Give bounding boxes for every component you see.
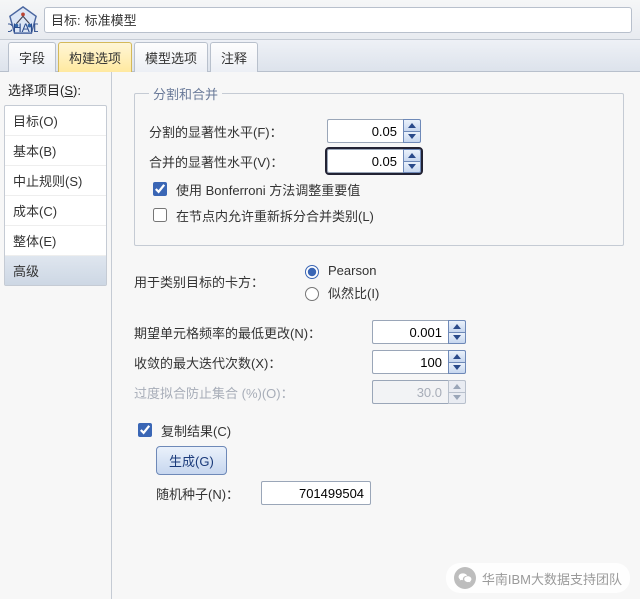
section-cost[interactable]: 成本(C): [5, 196, 106, 226]
replicate-checkbox[interactable]: [138, 423, 152, 437]
overfit-input: [372, 380, 448, 404]
likelihood-label: 似然比(I): [328, 283, 379, 302]
section-target[interactable]: 目标(O): [5, 106, 106, 136]
replicate-label: 复制结果(C): [161, 421, 231, 440]
title-value: 标准模型: [85, 10, 137, 29]
bonferroni-checkbox[interactable]: [153, 182, 167, 196]
watermark: 华南IBM大数据支持团队: [446, 563, 630, 593]
pearson-radio[interactable]: [305, 265, 319, 279]
wechat-icon: [454, 567, 476, 589]
split-sig-spinner[interactable]: [327, 119, 421, 143]
resplit-label: 在节点内允许重新拆分合并类别(L): [176, 206, 374, 225]
pearson-label: Pearson: [328, 263, 376, 278]
maxiter-spinner[interactable]: [372, 350, 466, 374]
overfit-label: 过度拟合防止集合 (%)(O)：: [134, 383, 366, 402]
maxiter-up-icon[interactable]: [448, 350, 466, 362]
split-sig-down-icon[interactable]: [403, 131, 421, 144]
title-prefix: 目标:: [51, 10, 81, 29]
section-advanced[interactable]: 高级: [5, 256, 106, 285]
split-sig-up-icon[interactable]: [403, 119, 421, 131]
svg-text:CHAID: CHAID: [8, 21, 38, 35]
merge-sig-spinner[interactable]: [327, 149, 421, 173]
watermark-text: 华南IBM大数据支持团队: [482, 569, 622, 588]
merge-sig-up-icon[interactable]: [403, 149, 421, 161]
minchg-down-icon[interactable]: [448, 332, 466, 345]
chaid-logo: CHAID: [8, 5, 38, 35]
select-item-label: 选择项目(S):: [4, 78, 107, 105]
merge-sig-label: 合并的显著性水平(V)：: [149, 152, 321, 171]
chisq-label: 用于类别目标的卡方：: [134, 262, 294, 291]
overfit-spinner: [372, 380, 466, 404]
overfit-up-icon: [448, 380, 466, 392]
target-title-box: 目标: 标准模型: [44, 7, 632, 33]
resplit-checkbox[interactable]: [153, 208, 167, 222]
minchg-label: 期望单元格频率的最低更改(N)：: [134, 323, 366, 342]
minchg-spinner[interactable]: [372, 320, 466, 344]
section-stopping[interactable]: 中止规则(S): [5, 166, 106, 196]
minchg-input[interactable]: [372, 320, 448, 344]
tab-fields[interactable]: 字段: [8, 42, 56, 72]
likelihood-radio[interactable]: [305, 287, 319, 301]
tab-model-options[interactable]: 模型选项: [134, 42, 208, 72]
overfit-down-icon: [448, 392, 466, 405]
section-ensemble[interactable]: 整体(E): [5, 226, 106, 256]
left-panel: 选择项目(S): 目标(O) 基本(B) 中止规则(S) 成本(C) 整体(E)…: [0, 72, 112, 599]
seed-input[interactable]: [261, 481, 371, 505]
maxiter-input[interactable]: [372, 350, 448, 374]
generate-button[interactable]: 生成(G): [156, 446, 227, 475]
section-list: 目标(O) 基本(B) 中止规则(S) 成本(C) 整体(E) 高级: [4, 105, 107, 286]
merge-sig-input[interactable]: [327, 149, 403, 173]
maxiter-down-icon[interactable]: [448, 362, 466, 375]
tab-bar: 字段 构建选项 模型选项 注释: [0, 40, 640, 72]
maxiter-label: 收敛的最大迭代次数(X)：: [134, 353, 366, 372]
split-merge-legend: 分割和合并: [149, 84, 222, 103]
tab-build-options[interactable]: 构建选项: [58, 42, 132, 72]
title-bar: CHAID 目标: 标准模型: [0, 0, 640, 40]
section-basic[interactable]: 基本(B): [5, 136, 106, 166]
merge-sig-down-icon[interactable]: [403, 161, 421, 174]
seed-label: 随机种子(N)：: [156, 484, 239, 503]
split-sig-input[interactable]: [327, 119, 403, 143]
content-panel: 分割和合并 分割的显著性水平(F)： 合并的显著性水平(V)：: [112, 72, 640, 599]
minchg-up-icon[interactable]: [448, 320, 466, 332]
bonferroni-label: 使用 Bonferroni 方法调整重要值: [176, 180, 360, 199]
tab-notes[interactable]: 注释: [210, 42, 258, 72]
split-merge-group: 分割和合并 分割的显著性水平(F)： 合并的显著性水平(V)：: [134, 84, 624, 246]
split-sig-label: 分割的显著性水平(F)：: [149, 122, 321, 141]
